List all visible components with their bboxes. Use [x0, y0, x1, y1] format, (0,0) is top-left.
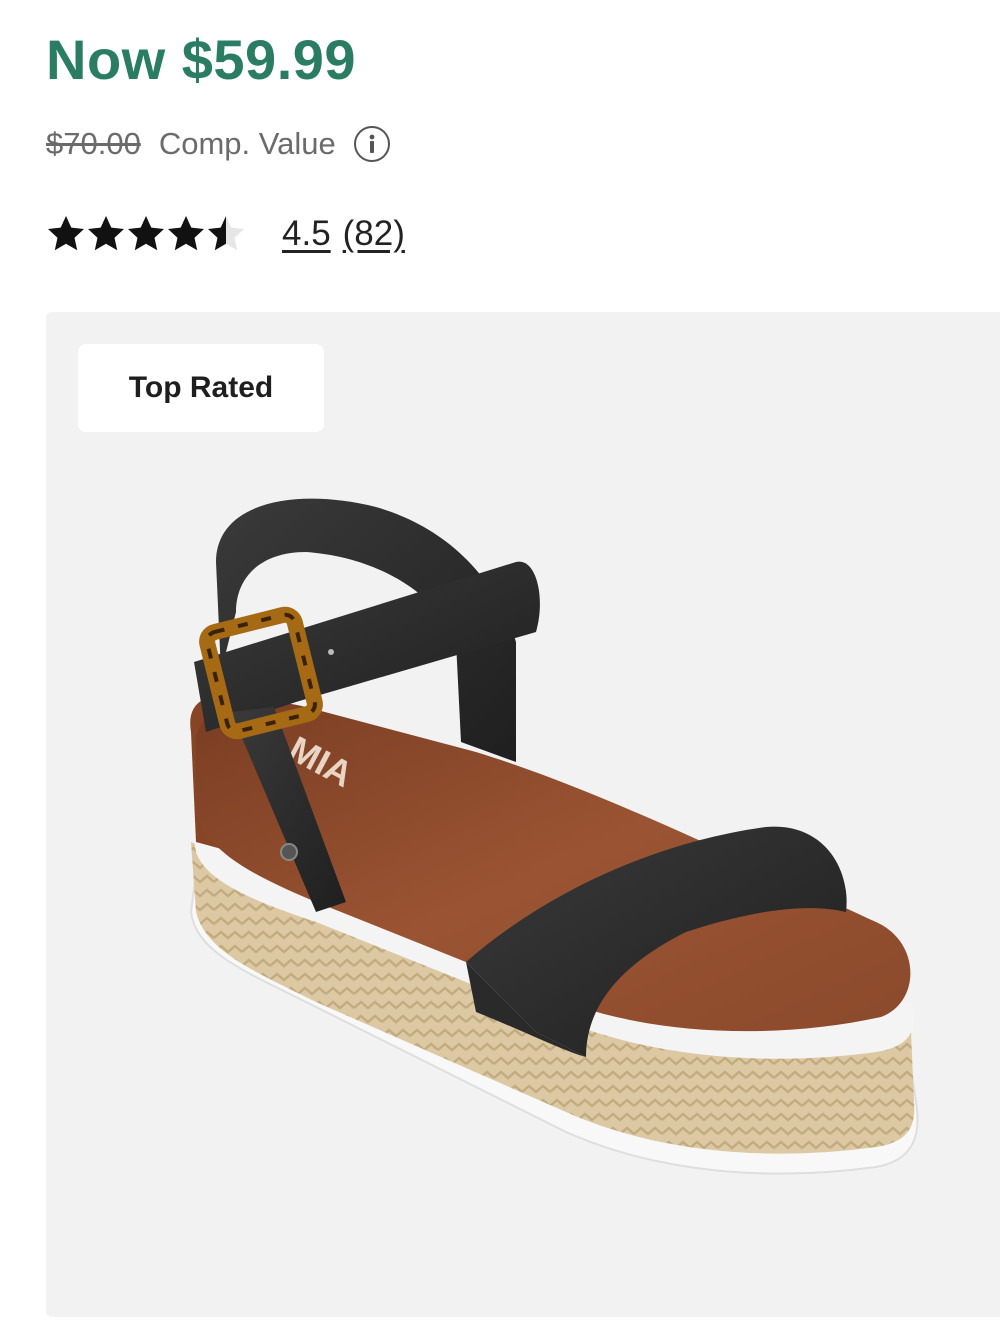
comp-value-label: Comp. Value — [158, 126, 336, 161]
star-icon — [128, 216, 164, 251]
rating-row: 4.5 (82) — [46, 208, 405, 260]
cut-off-text-fragment — [60, 0, 140, 4]
sale-price: Now $59.99 — [46, 28, 357, 91]
star-icon — [88, 216, 124, 251]
star-icon — [208, 216, 244, 251]
star-icon — [168, 216, 204, 251]
product-image-panel[interactable]: MIA Top Rated — [46, 312, 1000, 1317]
review-count-link[interactable]: (82) — [343, 214, 405, 254]
rating-value-link[interactable]: 4.5 — [282, 214, 331, 254]
original-price: $70.00 — [46, 126, 141, 161]
comparison-price-row: $70.00 Comp. Value — [46, 120, 390, 168]
star-icon — [48, 216, 84, 251]
product-detail-page: Now $59.99 $70.00 Comp. Value 4.5 (82) M… — [0, 0, 1000, 1333]
sandal-product-image: MIA — [189, 498, 919, 1175]
star-rating — [46, 214, 246, 254]
badge-label: Top Rated — [128, 371, 274, 404]
info-icon[interactable] — [353, 126, 390, 162]
top-rated-badge: Top Rated — [78, 344, 324, 432]
